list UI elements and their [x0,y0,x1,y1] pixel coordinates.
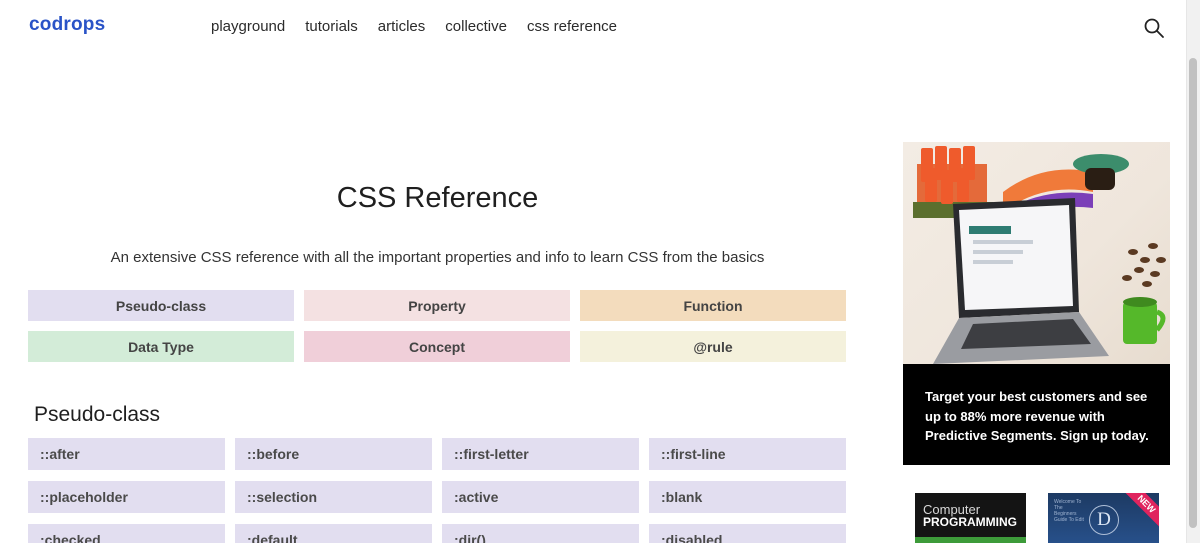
page-subtitle: An extensive CSS reference with all the … [110,249,765,266]
page-title: CSS Reference [336,182,539,214]
reference-item[interactable]: ::first-line [649,438,846,470]
nav-playground[interactable]: playground [211,18,285,35]
category-property[interactable]: Property [304,290,570,321]
ad-text: Target your best customers and see up to… [925,389,1149,443]
reference-item[interactable]: :blank [649,481,846,513]
category-pseudo-class[interactable]: Pseudo-class [28,290,294,321]
section-title: Pseudo-class [34,403,161,426]
scrollbar-thumb[interactable] [1189,58,1197,528]
reference-item[interactable]: :checked [28,524,225,543]
ad-image [903,142,1170,364]
reference-item[interactable]: :active [442,481,639,513]
book-ad-programming[interactable]: Computer PROGRAMMING [915,493,1026,543]
book-title-line2: PROGRAMMING [923,515,1017,529]
main-nav: playground tutorials articles collective… [211,18,617,35]
reference-item[interactable]: ::before [235,438,432,470]
category-filter-grid: Pseudo-class Property Function Data Type… [28,290,847,362]
category-concept[interactable]: Concept [304,331,570,362]
sidebar-ad[interactable]: Target your best customers and see up to… [903,142,1170,465]
site-logo[interactable]: codrops [29,14,105,36]
nav-tutorials[interactable]: tutorials [305,18,358,35]
category-at-rule[interactable]: @rule [580,331,846,362]
reference-item[interactable]: ::selection [235,481,432,513]
search-icon [1144,18,1164,38]
reference-item[interactable]: ::after [28,438,225,470]
reference-item[interactable]: ::placeholder [28,481,225,513]
search-button[interactable] [1142,16,1166,40]
reference-item[interactable]: :disabled [649,524,846,543]
book-ad-beginners[interactable]: Welcome To The Beginners Guide To Edit D… [1048,493,1159,543]
page-scrollbar[interactable] [1186,0,1200,543]
reference-item[interactable]: ::first-letter [442,438,639,470]
pseudo-class-list: ::after ::before ::first-letter ::first-… [28,438,847,543]
nav-collective[interactable]: collective [445,18,507,35]
nav-articles[interactable]: articles [378,18,426,35]
category-function[interactable]: Function [580,290,846,321]
book-stripe [915,537,1026,543]
nav-css-reference[interactable]: css reference [527,18,617,35]
category-data-type[interactable]: Data Type [28,331,294,362]
book-logo: D [1089,505,1119,535]
reference-item[interactable]: :default [235,524,432,543]
new-badge: NEW [1122,493,1159,528]
reference-item[interactable]: :dir() [442,524,639,543]
book-small-text: Welcome To The Beginners Guide To Edit [1054,499,1084,523]
